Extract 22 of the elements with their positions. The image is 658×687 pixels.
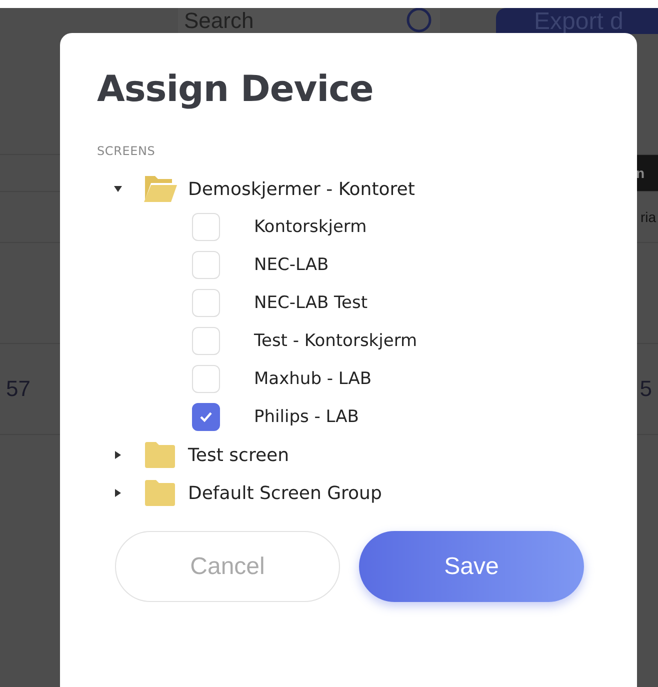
caret-right-icon[interactable] xyxy=(113,450,123,460)
screen-label: NEC-LAB xyxy=(254,255,329,275)
screen-label: Kontorskjerm xyxy=(254,217,367,237)
folder-label[interactable]: Default Screen Group xyxy=(188,482,382,504)
section-label: SCREENS xyxy=(97,144,156,158)
caret-right-icon[interactable] xyxy=(113,488,123,498)
screen-label: Philips - LAB xyxy=(254,407,359,427)
dialog-title: Assign Device xyxy=(97,69,374,110)
screen-label: Maxhub - LAB xyxy=(254,369,372,389)
folder-label[interactable]: Demoskjermer - Kontoret xyxy=(188,178,415,200)
caret-down-icon[interactable] xyxy=(113,184,123,194)
folder-icon xyxy=(143,440,177,470)
search-icon xyxy=(406,8,434,35)
folder-icon xyxy=(143,174,177,204)
screen-label: Test - Kontorskjerm xyxy=(254,331,418,351)
table-cell-text: ria xyxy=(640,209,657,225)
folder-icon xyxy=(143,478,177,508)
checkbox[interactable] xyxy=(192,403,220,431)
check-icon xyxy=(199,411,213,423)
folder-label[interactable]: Test screen xyxy=(188,444,290,466)
screen-label: NEC-LAB Test xyxy=(254,293,368,313)
table-header: n xyxy=(636,155,658,191)
